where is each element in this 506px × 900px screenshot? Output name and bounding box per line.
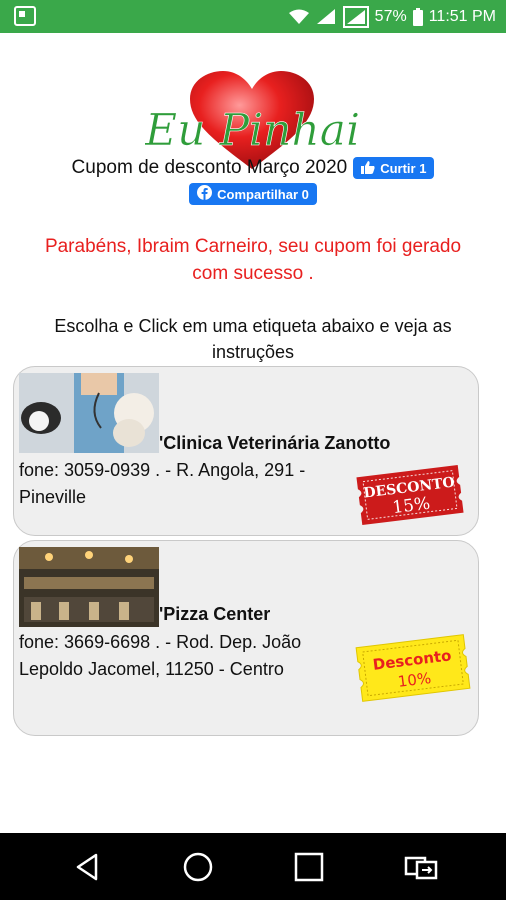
battery-icon [412, 8, 423, 26]
discount-ticket-10[interactable]: Desconto 10% [351, 629, 475, 707]
recent-apps-icon[interactable] [291, 849, 327, 885]
facebook-like-button[interactable]: Curtir 1 [353, 157, 435, 179]
business-name: 'Pizza Center [159, 604, 271, 624]
home-icon[interactable] [180, 849, 216, 885]
signal-icon [315, 8, 337, 26]
facebook-icon [197, 185, 213, 203]
vet-photo [19, 373, 159, 453]
thumbs-up-icon [361, 160, 375, 177]
success-message: Parabéns, Ibraim Carneiro, seu cupom foi… [44, 236, 462, 284]
signal-icon-2 [342, 6, 369, 28]
page-content: Eu Pinhais Cupom de desconto Março 2020 … [0, 33, 506, 833]
page-title: Cupom de desconto Março 2020 [71, 157, 348, 178]
clock: 11:51 PM [428, 8, 496, 25]
coupon-card-clinica[interactable]: 'Clinica Veterinária Zanotto fone: 3059-… [13, 366, 479, 536]
share-label: Compartilhar 0 [217, 186, 309, 202]
logo-text: Eu Pinhais [145, 105, 360, 156]
facebook-share-button[interactable]: Compartilhar 0 [189, 183, 317, 205]
instructions-text: Escolha e Click em uma etiqueta abaixo e… [54, 316, 452, 362]
back-icon[interactable] [70, 849, 106, 885]
status-bar: 57% 11:51 PM [0, 0, 506, 33]
business-address: fone: 3669-6698 . - Rod. Dep. João Lepol… [19, 632, 302, 679]
heading: Cupom de desconto Março 2020 Curtir 1 Co… [0, 157, 506, 205]
wifi-icon [288, 9, 309, 25]
pizzeria-photo [19, 547, 159, 627]
business-name: 'Clinica Veterinária Zanotto [159, 433, 391, 453]
gallery-notification-icon [14, 6, 36, 26]
business-address: fone: 3059-0939 . - R. Angola, 291 - Pin… [19, 460, 306, 507]
coupon-card-pizza[interactable]: 'Pizza Center fone: 3669-6698 . - Rod. D… [13, 540, 479, 736]
dual-window-icon[interactable] [403, 849, 439, 885]
navigation-bar [0, 833, 506, 900]
battery-percent: 57% [374, 8, 407, 25]
eu-pinhais-logo: Eu Pinhais [144, 71, 383, 171]
like-label: Curtir 1 [380, 160, 427, 176]
discount-ticket-15[interactable]: DESCONTO 15% [351, 463, 469, 527]
